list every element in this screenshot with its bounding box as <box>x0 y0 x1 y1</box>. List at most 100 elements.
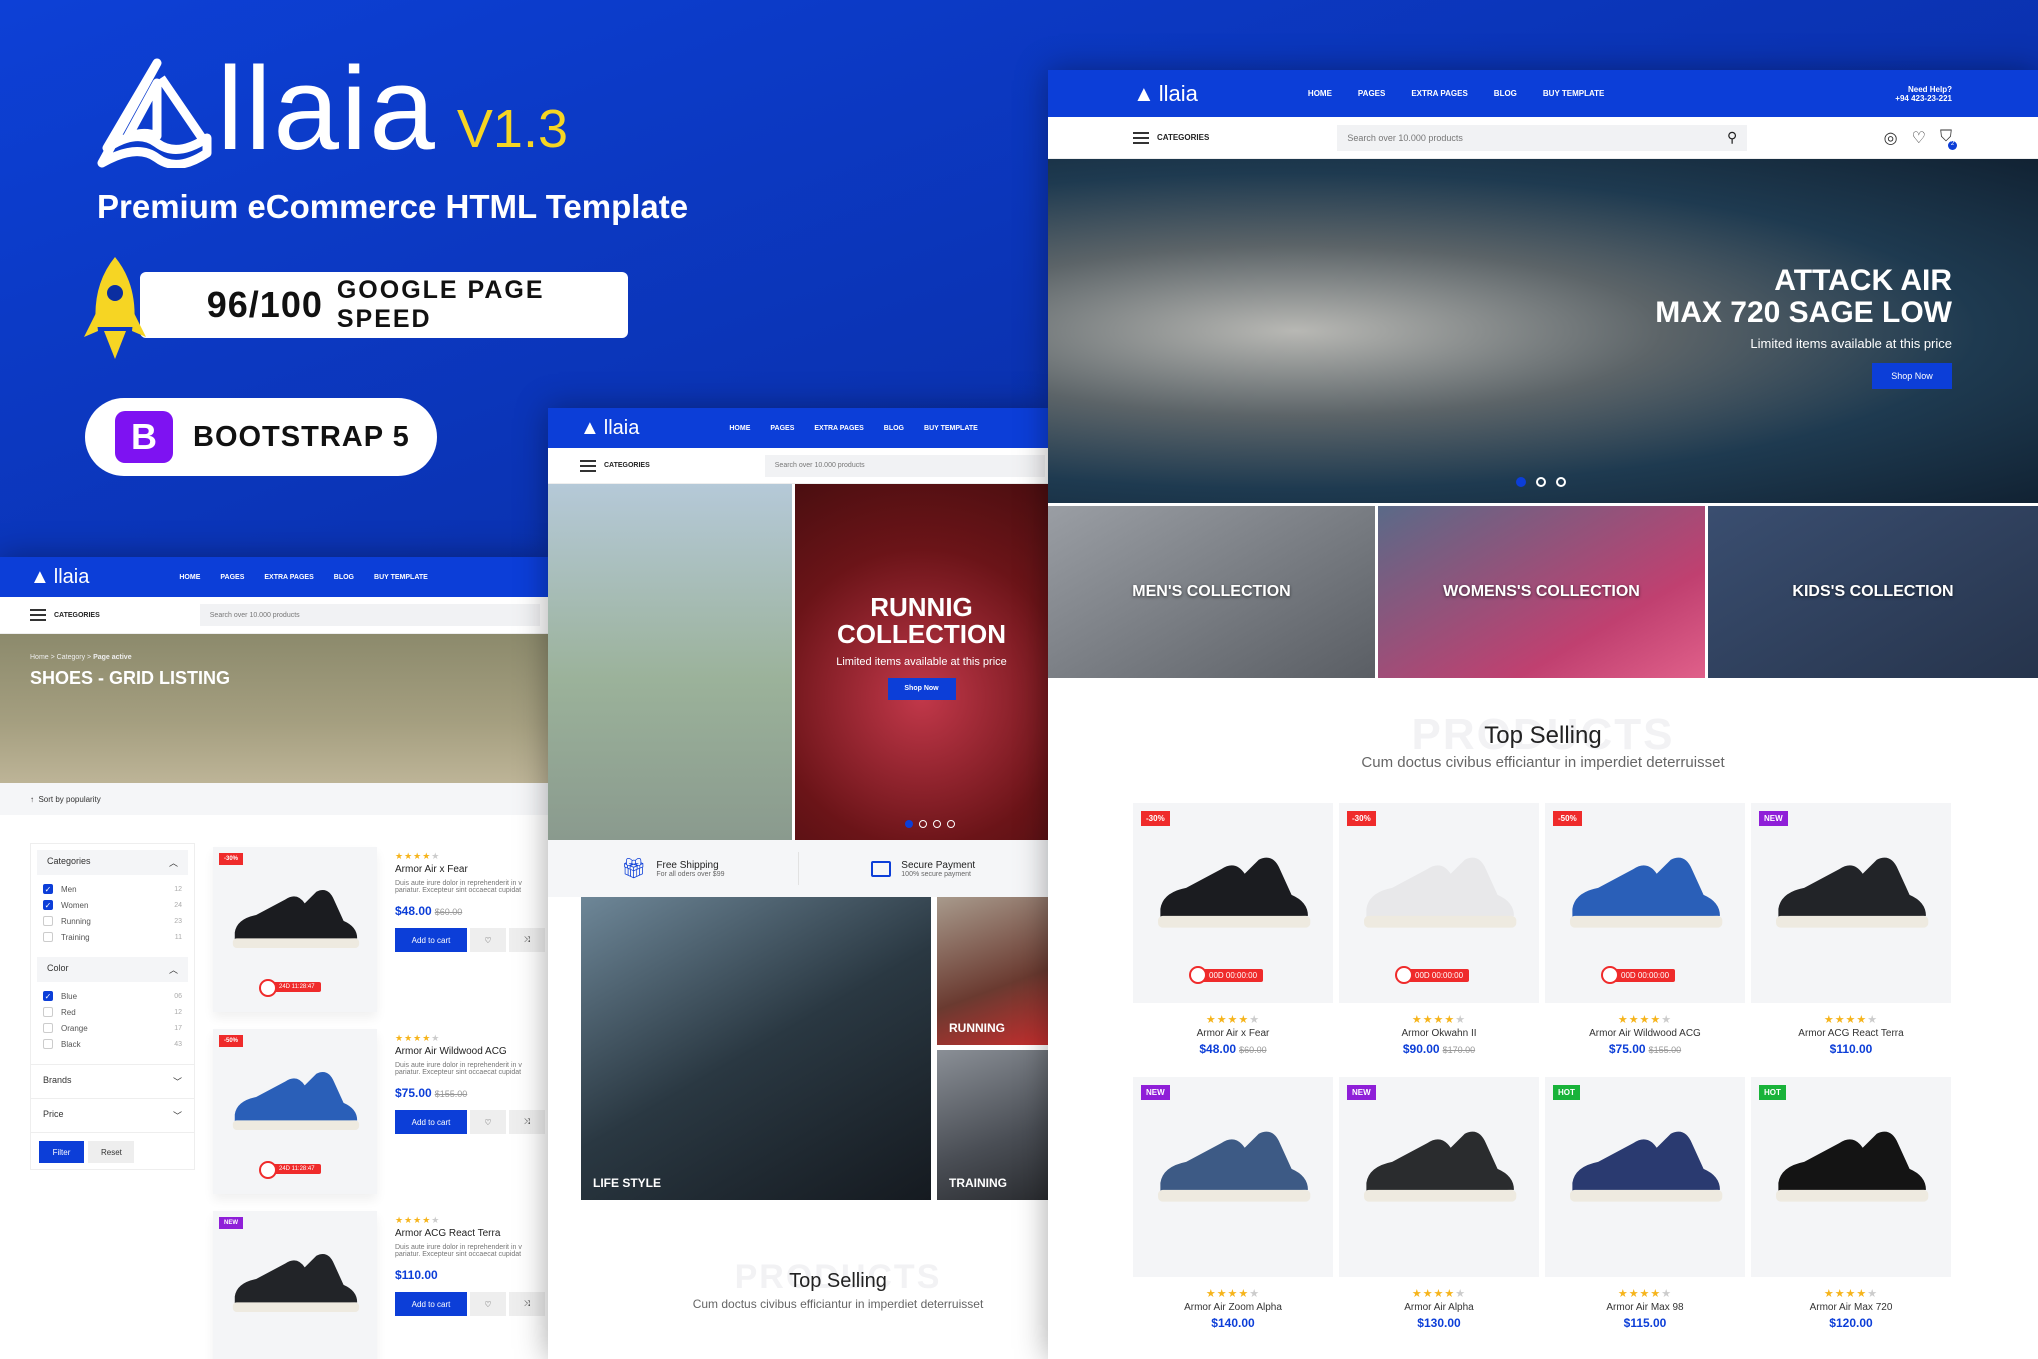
product-name[interactable]: Armor Okwahn II <box>1339 1028 1539 1039</box>
shop-now-button[interactable]: Shop Now <box>1872 363 1952 389</box>
nav-pages[interactable]: PAGES <box>770 425 794 432</box>
add-to-cart-button[interactable]: Add to cart <box>395 928 467 952</box>
nav-blog[interactable]: BLOG <box>334 574 354 581</box>
cart-icon[interactable]: ⛉ 2 <box>1940 128 1957 150</box>
carousel-dots[interactable] <box>1516 477 1566 487</box>
filter-option[interactable]: Running 23 <box>31 913 194 929</box>
checkbox[interactable]: ✓ <box>43 884 53 894</box>
product-name[interactable]: Armor ACG React Terra <box>1751 1028 1951 1039</box>
nav-buy-template[interactable]: BUY TEMPLATE <box>374 574 428 581</box>
middle-logo[interactable]: ▲ llaia <box>580 417 639 440</box>
nav-extra-pages[interactable]: EXTRA PAGES <box>1411 89 1467 98</box>
filter-button[interactable]: Filter <box>39 1141 84 1163</box>
product-card[interactable]: HOT <box>1751 1077 1951 1277</box>
compare-shuffle-icon[interactable]: ⤨ <box>509 1110 545 1134</box>
filter-option[interactable]: ✓ Men 12 <box>31 881 194 897</box>
product-name[interactable]: Armor Air Wildwood ACG <box>1545 1028 1745 1039</box>
filter-option[interactable]: ✓ Women 24 <box>31 897 194 913</box>
product-card[interactable]: -50% 00D 00:00:00 <box>1545 803 1745 1003</box>
user-icon[interactable]: ◎ <box>1884 128 1898 148</box>
wishlist-heart-icon[interactable]: ♡ <box>470 1292 506 1316</box>
product-price: $130.00 <box>1417 1316 1461 1330</box>
compare-shuffle-icon[interactable]: ⤨ <box>509 928 545 952</box>
shoe-image <box>232 1253 360 1313</box>
filter-option[interactable]: Orange 17 <box>31 1020 194 1036</box>
product-card[interactable]: -30% 24D 11:28:47 <box>213 847 377 1012</box>
checkbox[interactable] <box>43 1039 53 1049</box>
product-card[interactable]: -50% 24D 11:28:47 <box>213 1029 377 1194</box>
right-logo[interactable]: ▲ llaia <box>1133 81 1198 107</box>
rating-stars: ★★★★★ <box>1411 1288 1467 1300</box>
product-badge: -30% <box>1347 811 1376 826</box>
categories-menu[interactable]: CATEGORIES <box>580 459 650 472</box>
nav-home[interactable]: HOME <box>729 425 750 432</box>
checkbox[interactable] <box>43 916 53 926</box>
nav-home[interactable]: HOME <box>1308 89 1332 98</box>
womens-collection-tile[interactable]: WOMENS'S COLLECTION <box>1378 506 1705 678</box>
filter-option[interactable]: ✓ Blue 06 <box>31 988 194 1004</box>
add-to-cart-button[interactable]: Add to cart <box>395 1110 467 1134</box>
left-search-input[interactable]: Search over 10.000 products <box>199 604 540 626</box>
nav-pages[interactable]: PAGES <box>1358 89 1385 98</box>
wishlist-heart-icon[interactable]: ♡ <box>470 1110 506 1134</box>
categories-menu[interactable]: CATEGORIES <box>1133 131 1209 144</box>
product-name[interactable]: Armor Air Max 98 <box>1545 1302 1745 1313</box>
tile-life-style[interactable]: LIFE STYLE <box>581 897 931 1200</box>
checkbox[interactable]: ✓ <box>43 900 53 910</box>
filter-brands-header[interactable]: Brands ﹀ <box>31 1064 194 1098</box>
product-name[interactable]: Armor Air x Fear <box>395 864 548 875</box>
add-to-cart-button[interactable]: Add to cart <box>395 1292 467 1316</box>
tile-running[interactable]: RUNNING <box>937 897 1048 1045</box>
categories-menu[interactable]: CATEGORIES <box>30 609 100 621</box>
filter-option[interactable]: Training 11 <box>31 929 194 945</box>
filter-option[interactable]: Red 12 <box>31 1004 194 1020</box>
mens-collection-tile[interactable]: MEN'S COLLECTION <box>1048 506 1375 678</box>
checkbox[interactable] <box>43 932 53 942</box>
search-icon[interactable]: ⚲ <box>1727 129 1737 146</box>
product-card[interactable]: NEW <box>213 1211 377 1359</box>
middle-search-input[interactable]: Search over 10.000 products <box>764 454 1045 477</box>
nav-extra-pages[interactable]: EXTRA PAGES <box>814 425 863 432</box>
shop-now-button[interactable]: Shop Now <box>887 678 956 701</box>
product-card[interactable]: -30% 00D 00:00:00 <box>1339 803 1539 1003</box>
carousel-dots[interactable] <box>905 820 955 828</box>
wishlist-heart-icon[interactable]: ♡ <box>470 928 506 952</box>
product-name[interactable]: Armor Air Wildwood ACG <box>395 1046 548 1057</box>
filter-color-header[interactable]: Color ︿ <box>37 957 188 982</box>
product-card[interactable]: NEW <box>1339 1077 1539 1277</box>
nav-blog[interactable]: BLOG <box>1494 89 1517 98</box>
product-description: Duis aute irure dolor in reprehenderit i… <box>395 880 522 894</box>
product-card[interactable]: -30% 00D 00:00:00 <box>1133 803 1333 1003</box>
filter-option[interactable]: Black 43 <box>31 1036 194 1052</box>
nav-buy-template[interactable]: BUY TEMPLATE <box>1543 89 1604 98</box>
product-name[interactable]: Armor Air Max 720 <box>1751 1302 1951 1313</box>
nav-pages[interactable]: PAGES <box>220 574 244 581</box>
product-card[interactable]: NEW <box>1133 1077 1333 1277</box>
left-logo[interactable]: ▲ llaia <box>30 566 89 589</box>
checkbox[interactable]: ✓ <box>43 991 53 1001</box>
heart-icon[interactable]: ♡ <box>1912 128 1926 148</box>
product-name[interactable]: Armor Air x Fear <box>1133 1028 1333 1039</box>
right-search-input[interactable]: Search over 10.000 products ⚲ <box>1337 124 1748 151</box>
nav-blog[interactable]: BLOG <box>884 425 904 432</box>
tile-training[interactable]: TRAINING <box>937 1050 1048 1200</box>
nav-extra-pages[interactable]: EXTRA PAGES <box>264 574 313 581</box>
product-name[interactable]: Armor ACG React Terra <box>395 1228 548 1239</box>
product-name[interactable]: Armor Air Alpha <box>1339 1302 1539 1313</box>
kids-collection-tile[interactable]: KIDS'S COLLECTION <box>1708 506 2038 678</box>
compare-shuffle-icon[interactable]: ⤨ <box>509 1292 545 1316</box>
checkbox[interactable] <box>43 1023 53 1033</box>
sort-dropdown[interactable]: ↑ Sort by popularity <box>0 783 548 815</box>
nav-buy-template[interactable]: BUY TEMPLATE <box>924 425 978 432</box>
product-card[interactable]: HOT <box>1545 1077 1745 1277</box>
reset-button[interactable]: Reset <box>88 1141 135 1163</box>
shoe-image <box>232 889 360 949</box>
help-contact[interactable]: Need Help? +94 423-23-221 <box>1895 85 1952 103</box>
product-card[interactable]: NEW <box>1751 803 1951 1003</box>
product-name[interactable]: Armor Air Zoom Alpha <box>1133 1302 1333 1313</box>
checkbox[interactable] <box>43 1007 53 1017</box>
nav-home[interactable]: HOME <box>179 574 200 581</box>
filter-categories-header[interactable]: Categories ︿ <box>37 850 188 875</box>
product-badge: NEW <box>1759 811 1788 826</box>
filter-price-header[interactable]: Price ﹀ <box>31 1098 194 1132</box>
